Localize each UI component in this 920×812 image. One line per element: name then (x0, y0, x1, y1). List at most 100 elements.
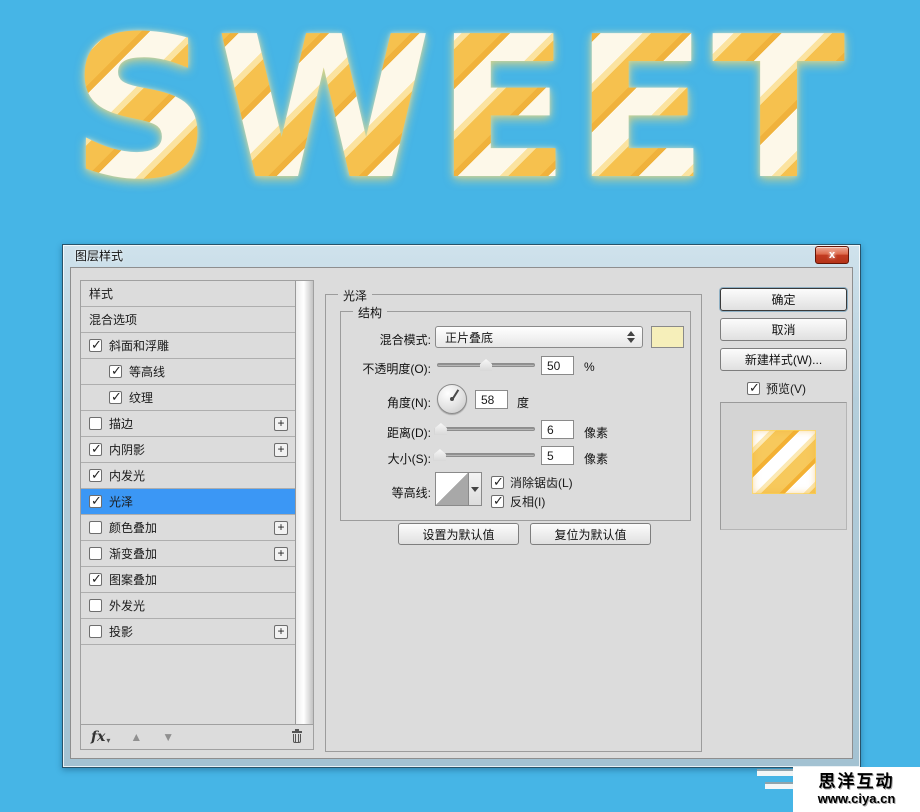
styles-list-item[interactable]: 颜色叠加 + (81, 515, 295, 541)
style-enabled-checkbox[interactable] (109, 391, 122, 404)
contour-picker[interactable] (435, 472, 482, 506)
styles-list-item[interactable]: 内发光 (81, 463, 295, 489)
invert-option[interactable]: 反相(I) (491, 493, 545, 510)
fx-menu-icon[interactable]: fx (91, 729, 110, 745)
distance-slider-thumb[interactable] (435, 423, 447, 435)
style-item-label: 纹理 (129, 389, 153, 406)
styles-list: 样式 混合选项 斜面和浮雕 等高线 纹理 描边 + 内阴影 + 内发光 (80, 280, 314, 750)
ok-button[interactable]: 确定 (720, 288, 847, 311)
invert-checkbox[interactable] (491, 495, 504, 508)
styles-list-item[interactable]: 投影 + (81, 619, 295, 645)
styled-text-sweet: SWEET (0, 0, 920, 218)
style-item-label: 渐变叠加 (109, 545, 157, 562)
close-button[interactable]: x (815, 246, 849, 264)
new-style-button[interactable]: 新建样式(W)... (720, 348, 847, 371)
styles-list-item[interactable]: 图案叠加 (81, 567, 295, 593)
preview-panel (720, 402, 847, 530)
opacity-value[interactable]: 50 (541, 356, 574, 375)
opacity-slider[interactable] (437, 358, 535, 372)
styles-list-item[interactable]: 斜面和浮雕 (81, 333, 295, 359)
fx-toolbar: fx ▲ ▼ (81, 724, 313, 749)
style-enabled-checkbox[interactable] (89, 547, 102, 560)
styles-list-item[interactable]: 混合选项 (81, 307, 295, 333)
style-enabled-checkbox[interactable] (89, 469, 102, 482)
watermark-url: www.ciya.cn (818, 792, 896, 806)
styles-list-item[interactable]: 纹理 (81, 385, 295, 411)
style-enabled-checkbox[interactable] (89, 443, 102, 456)
style-item-label: 描边 (109, 415, 133, 432)
add-instance-icon[interactable]: + (274, 521, 288, 535)
dialog-body: 样式 混合选项 斜面和浮雕 等高线 纹理 描边 + 内阴影 + 内发光 (70, 267, 853, 759)
style-enabled-checkbox[interactable] (89, 339, 102, 352)
style-enabled-checkbox[interactable] (89, 495, 102, 508)
style-item-label: 颜色叠加 (109, 519, 157, 536)
style-item-label: 混合选项 (89, 311, 137, 328)
styles-list-item[interactable]: 光泽 (81, 489, 295, 515)
add-instance-icon[interactable]: + (274, 547, 288, 561)
action-column: 确定 取消 新建样式(W)... 预览(V) (720, 268, 847, 758)
delete-effect-icon[interactable] (291, 731, 303, 744)
preview-checkbox[interactable] (747, 382, 760, 395)
preview-option[interactable]: 预览(V) (747, 380, 806, 397)
angle-dial[interactable] (437, 384, 467, 414)
style-item-label: 投影 (109, 623, 133, 640)
style-item-label: 图案叠加 (109, 571, 157, 588)
distance-value[interactable]: 6 (541, 420, 574, 439)
distance-slider[interactable] (437, 422, 535, 436)
antialias-option[interactable]: 消除锯齿(L) (491, 474, 573, 491)
pattern-preview-thumbnail (752, 430, 816, 494)
styles-list-item[interactable]: 外发光 (81, 593, 295, 619)
style-enabled-checkbox[interactable] (89, 521, 102, 534)
styles-list-item[interactable]: 渐变叠加 + (81, 541, 295, 567)
set-default-button[interactable]: 设置为默认值 (398, 523, 519, 545)
size-slider-thumb[interactable] (434, 449, 446, 461)
style-enabled-checkbox[interactable] (89, 625, 102, 638)
style-item-label: 斜面和浮雕 (109, 337, 169, 354)
satin-panel: 光泽 结构 混合模式: 正片叠底 不透明度(O): (325, 294, 702, 752)
blend-mode-value: 正片叠底 (445, 329, 493, 346)
style-enabled-checkbox[interactable] (89, 599, 102, 612)
styles-list-item[interactable]: 描边 + (81, 411, 295, 437)
angle-unit: 度 (517, 394, 529, 411)
move-up-icon[interactable]: ▲ (130, 731, 142, 743)
styles-rows-wrap: 样式 混合选项 斜面和浮雕 等高线 纹理 描边 + 内阴影 + 内发光 (81, 281, 313, 724)
size-slider[interactable] (437, 448, 535, 462)
contour-label: 等高线: (341, 484, 431, 501)
style-enabled-checkbox[interactable] (89, 417, 102, 430)
opacity-slider-thumb[interactable] (480, 359, 492, 371)
styles-list-item[interactable]: 等高线 (81, 359, 295, 385)
watermark-brand: 思洋互动 (819, 773, 895, 792)
blend-mode-select[interactable]: 正片叠底 (435, 326, 643, 348)
add-instance-icon[interactable]: + (274, 417, 288, 431)
move-down-icon[interactable]: ▼ (162, 731, 174, 743)
satin-panel-title: 光泽 (338, 287, 372, 304)
size-unit: 像素 (584, 450, 608, 467)
blend-mode-label: 混合模式: (341, 331, 431, 348)
distance-label: 距离(D): (341, 424, 431, 441)
watermark-stripe (765, 782, 793, 789)
structure-group-title: 结构 (353, 304, 387, 321)
cancel-button[interactable]: 取消 (720, 318, 847, 341)
invert-label: 反相(I) (510, 493, 545, 510)
satin-color-swatch[interactable] (651, 326, 684, 348)
size-value[interactable]: 5 (541, 446, 574, 465)
style-item-label: 样式 (89, 285, 113, 302)
reset-default-button[interactable]: 复位为默认值 (530, 523, 651, 545)
angle-value[interactable]: 58 (475, 390, 508, 409)
preview-label: 预览(V) (766, 380, 806, 397)
add-instance-icon[interactable]: + (274, 443, 288, 457)
watermark-stripe (757, 769, 793, 776)
style-enabled-checkbox[interactable] (89, 573, 102, 586)
add-instance-icon[interactable]: + (274, 625, 288, 639)
distance-unit: 像素 (584, 424, 608, 441)
angle-label: 角度(N): (341, 394, 431, 411)
styles-list-item[interactable]: 样式 (81, 281, 295, 307)
dialog-titlebar[interactable]: 图层样式 x (63, 245, 860, 266)
styles-list-item[interactable]: 内阴影 + (81, 437, 295, 463)
style-item-label: 内发光 (109, 467, 145, 484)
contour-dropdown-icon[interactable] (469, 472, 482, 506)
styles-scrollbar[interactable] (295, 281, 313, 724)
scene: SWEET 图层样式 x 样式 混合选项 斜面和浮雕 等高线 纹理 (0, 0, 920, 812)
style-enabled-checkbox[interactable] (109, 365, 122, 378)
antialias-checkbox[interactable] (491, 476, 504, 489)
